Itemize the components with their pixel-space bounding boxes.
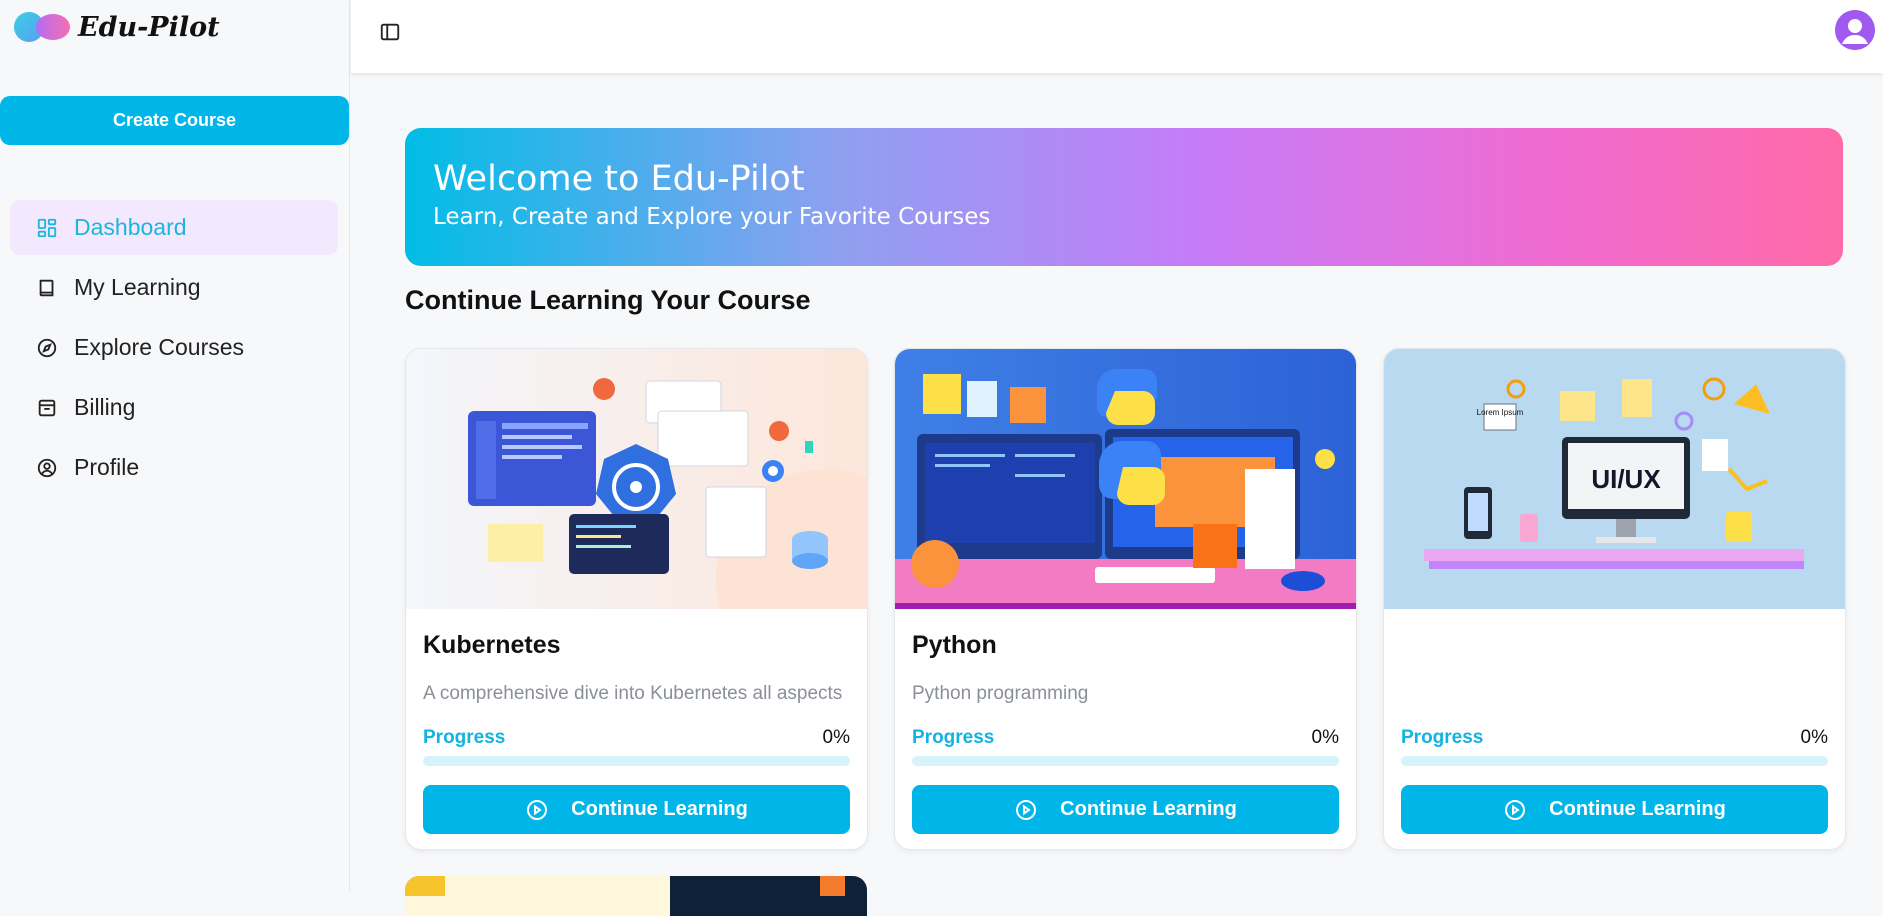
sidebar-toggle-icon[interactable] [379,21,401,43]
continue-learning-button[interactable]: Continue Learning [423,785,850,834]
app-logo[interactable]: Edu-Pilot [14,10,220,44]
progress-value: 0% [1800,727,1828,748]
progress-row: Progress 0% [912,727,1339,749]
create-course-button[interactable]: Create Course [0,96,349,145]
progress-bar [912,756,1339,766]
logo-mark-icon [14,10,72,44]
progress-row: Progress 0% [1401,727,1828,749]
course-title: Python [912,631,997,659]
welcome-title: Welcome to Edu-Pilot [433,159,805,199]
course-card-kubernetes[interactable]: Kubernetes A comprehensive dive into Kub… [405,348,868,850]
sidebar-nav: Dashboard My Learning Explore Courses Bi… [10,200,338,500]
course-description: A comprehensive dive into Kubernetes all… [423,683,843,704]
sidebar-item-label: Billing [74,394,136,420]
compass-icon [36,337,58,359]
sidebar-item-dashboard[interactable]: Dashboard [10,200,338,255]
billing-icon [36,397,58,419]
progress-bar [423,756,850,766]
sidebar-item-label: Dashboard [74,214,187,240]
thumb-uiux-text: UI/UX [1591,464,1661,494]
continue-learning-label: Continue Learning [1549,798,1726,820]
sidebar-item-label: Profile [74,454,140,480]
play-circle-icon [1016,799,1037,820]
continue-learning-label: Continue Learning [571,798,748,820]
course-description: Python programming [912,683,1089,704]
continue-learning-button[interactable]: Continue Learning [1401,785,1828,834]
play-circle-icon [527,799,548,820]
thumb-lorem-text: Lorem Ipsum [1477,408,1524,417]
continue-learning-button[interactable]: Continue Learning [912,785,1339,834]
course-card-python[interactable]: Python Python programming Progress 0% Co… [894,348,1357,850]
sidebar: Edu-Pilot Create Course Dashboard My Lea… [0,0,350,891]
progress-label: Progress [423,727,506,748]
section-title: Continue Learning Your Course [405,285,811,315]
sidebar-item-label: Explore Courses [74,334,245,360]
top-bar [351,0,1883,73]
course-thumbnail [895,349,1356,609]
progress-value: 0% [1311,727,1339,748]
dashboard-icon [36,217,58,239]
sidebar-item-profile[interactable]: Profile [10,440,338,495]
app-name: Edu-Pilot [78,11,220,43]
course-title: Kubernetes [423,631,561,659]
book-icon [36,277,58,299]
welcome-banner: Welcome to Edu-Pilot Learn, Create and E… [405,128,1843,266]
welcome-subtitle: Learn, Create and Explore your Favorite … [433,204,991,230]
progress-label: Progress [912,727,995,748]
course-thumbnail: UI/UX Lorem Ipsum [1384,349,1845,609]
user-avatar[interactable] [1835,10,1875,50]
continue-learning-label: Continue Learning [1060,798,1237,820]
progress-bar [1401,756,1828,766]
welcome-brand: Edu-Pilot [650,159,805,199]
course-card-uiux[interactable]: UI/UX Lorem Ipsum Progress 0% Continue L… [1383,348,1846,850]
course-thumbnail [406,349,867,609]
progress-label: Progress [1401,727,1484,748]
sidebar-item-billing[interactable]: Billing [10,380,338,435]
progress-value: 0% [822,727,850,748]
play-circle-icon [1505,799,1526,820]
sidebar-item-label: My Learning [74,274,201,300]
sidebar-item-my-learning[interactable]: My Learning [10,260,338,315]
user-circle-icon [36,457,58,479]
progress-row: Progress 0% [423,727,850,749]
course-card-partial[interactable] [405,876,867,916]
sidebar-item-explore-courses[interactable]: Explore Courses [10,320,338,375]
